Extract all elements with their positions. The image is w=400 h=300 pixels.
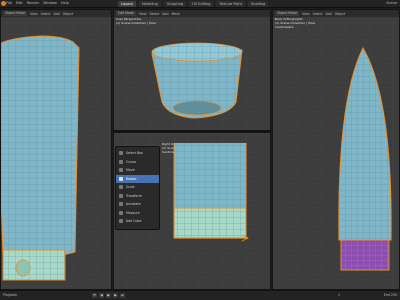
viewport-left[interactable]: Object Mode View Select Add Object (0, 9, 112, 290)
cube-icon (119, 219, 123, 224)
tab-shading[interactable]: Shading (248, 1, 269, 7)
rotate-icon (119, 176, 123, 181)
scale-icon (119, 185, 123, 190)
prev-keyframe-icon[interactable]: ◀ (99, 293, 104, 298)
transform-icon (119, 193, 123, 198)
next-keyframe-icon[interactable]: ▶ (113, 293, 118, 298)
play-icon[interactable]: ▶ (106, 293, 111, 298)
tool-transform[interactable]: Transform (116, 192, 159, 201)
menu-help[interactable]: Help (61, 1, 69, 5)
tool-select-box[interactable]: Select Box (116, 149, 159, 158)
move-icon (119, 168, 123, 173)
top-bar: File Edit Render Window Help Layout Mode… (0, 0, 400, 8)
tab-layout[interactable]: Layout (118, 1, 136, 7)
tab-texture-paint[interactable]: Texture Paint (216, 1, 246, 7)
tab-uv-editing[interactable]: UV Editing (189, 1, 214, 7)
annotate-icon (119, 202, 123, 207)
tool-label: Rotate (126, 176, 137, 181)
menu-window[interactable]: Window (43, 1, 57, 5)
scene-selector[interactable]: Scene (386, 1, 397, 5)
tool-label: Scale (126, 185, 135, 190)
tab-modeling[interactable]: Modeling (138, 1, 161, 7)
tool-label: Transform (126, 193, 142, 198)
tool-annotate[interactable]: Annotate (116, 200, 159, 209)
tool-rotate[interactable]: Rotate (116, 174, 159, 183)
main-menu: File Edit Render Window Help (6, 1, 69, 5)
tool-move[interactable]: Move (116, 166, 159, 175)
viewport-right[interactable]: Object Mode View Select Add Object Back … (272, 9, 400, 290)
menu-render[interactable]: Render (27, 1, 39, 5)
menu-file[interactable]: File (6, 1, 12, 5)
tube-front-mesh[interactable] (1, 10, 112, 290)
tool-label: Add Cube (126, 219, 142, 224)
cursor-icon (119, 159, 123, 164)
tab-sculpting[interactable]: Sculpting (163, 1, 187, 7)
current-frame[interactable]: 1 (338, 293, 340, 297)
end-frame[interactable]: End 250 (384, 293, 397, 297)
tool-label: Annotate (126, 202, 141, 207)
playback-menu[interactable]: Playback (3, 293, 17, 297)
workspace-tabs: Layout Modeling Sculpting UV Editing Tex… (118, 1, 269, 7)
tool-label: Select Box (126, 151, 143, 156)
tool-add-cube[interactable]: Add Cube (116, 217, 159, 226)
jump-start-icon[interactable]: ⏮ (92, 293, 97, 298)
menu-edit[interactable]: Edit (16, 1, 23, 5)
tool-label: Cursor (126, 159, 137, 164)
viewport-mid-top[interactable]: Edit Mode View Select Add Mesh User Pers… (113, 9, 271, 131)
select-box-icon (119, 151, 123, 156)
tool-scale[interactable]: Scale (116, 183, 159, 192)
jump-end-icon[interactable]: ⏭ (120, 293, 125, 298)
tool-label: Measure (126, 210, 140, 215)
tube-profile-mesh[interactable] (273, 10, 400, 290)
tool-menu: Select Box Cursor Move Rotate Scale Tran… (115, 146, 160, 230)
measure-icon (119, 210, 123, 215)
cap-mesh[interactable] (114, 10, 271, 131)
tool-cursor[interactable]: Cursor (116, 158, 159, 167)
tool-measure[interactable]: Measure (116, 209, 159, 218)
timeline-bar: Playback ⏮ ◀ ▶ ▶ ⏭ 1 End 250 (0, 290, 400, 300)
tool-label: Move (126, 168, 135, 173)
playback-controls: ⏮ ◀ ▶ ▶ ⏭ (92, 293, 125, 298)
